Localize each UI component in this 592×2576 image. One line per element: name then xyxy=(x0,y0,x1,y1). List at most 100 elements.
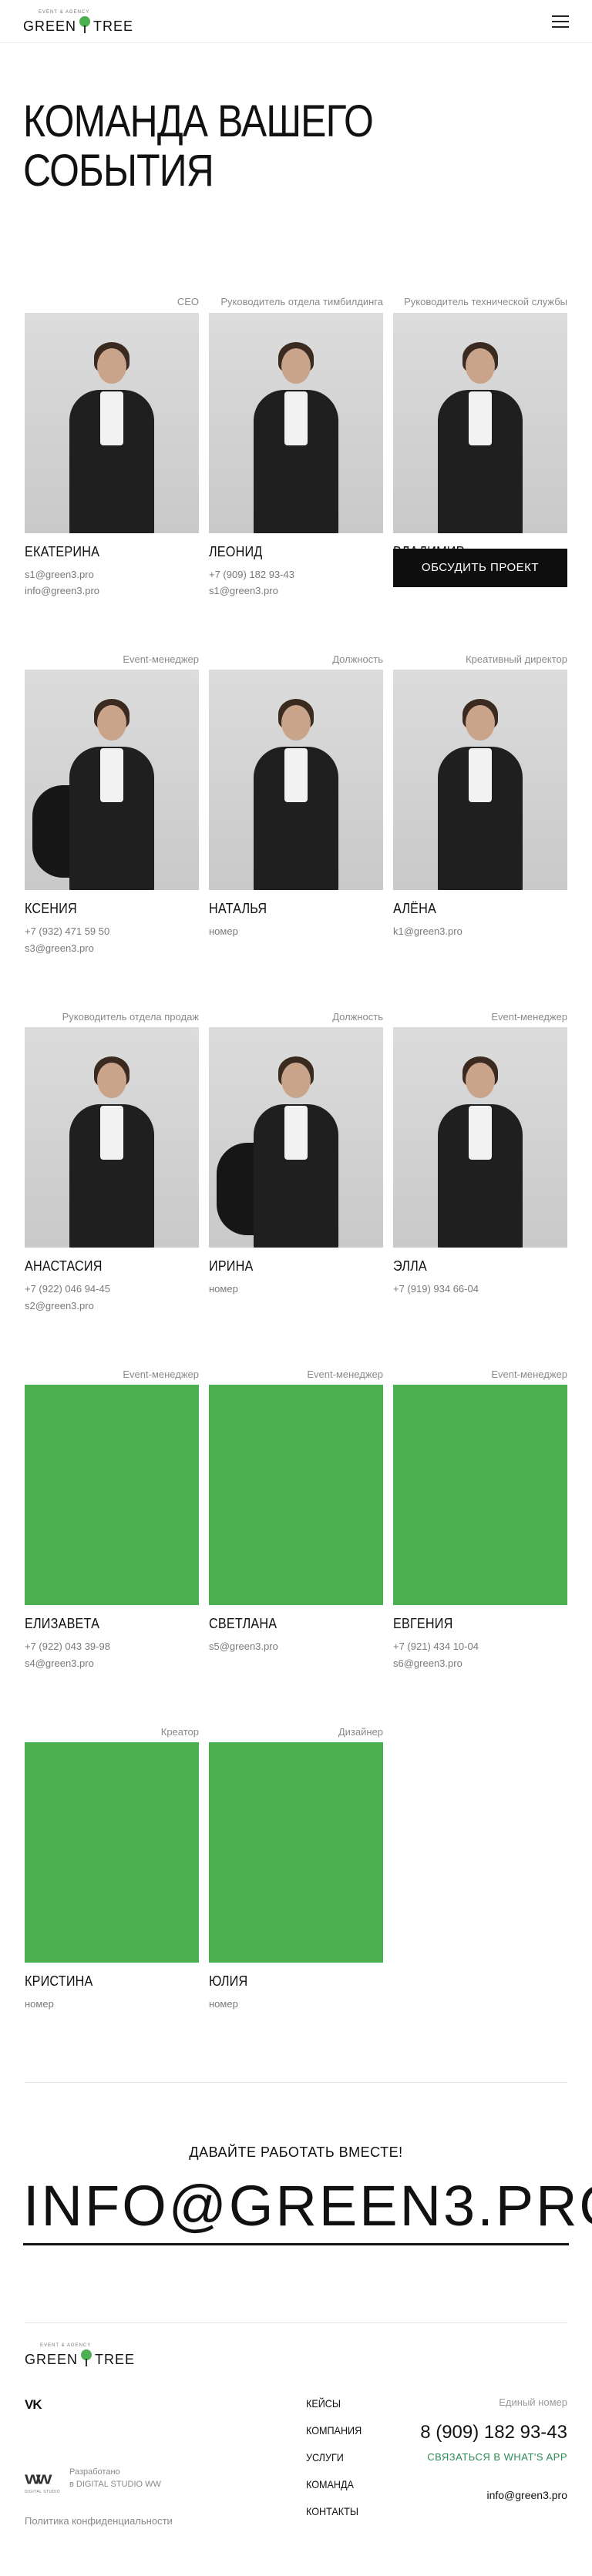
member-contact-line[interactable]: +7 (909) 182 93-43 xyxy=(209,566,383,583)
footer-menu-item[interactable]: КЕЙСЫ xyxy=(306,2397,362,2410)
member-photo-placeholder xyxy=(209,1742,383,1963)
member-contacts: номер xyxy=(209,1996,383,2012)
member-role: CEO xyxy=(177,296,199,307)
member-contacts: +7 (921) 434 10-04 s6@green3.pro xyxy=(393,1638,567,1671)
member-contact-line[interactable]: s1@green3.pro xyxy=(209,583,383,599)
tree-icon xyxy=(80,2349,92,2367)
member-role: Должность xyxy=(332,653,383,665)
member-contacts: номер xyxy=(25,1996,199,2012)
member-contact-line[interactable]: s1@green3.pro xyxy=(25,566,199,583)
member-contact-line[interactable]: номер xyxy=(209,923,383,939)
member-role: Руководитель отдела тимбилдинга xyxy=(220,296,383,307)
site-header: EVENT & AGENCY GREEN TREE xyxy=(0,0,592,43)
member-contacts: k1@green3.pro xyxy=(393,923,567,939)
member-contact-line[interactable]: s3@green3.pro xyxy=(25,940,199,956)
footer-phone[interactable]: 8 (909) 182 93-43 xyxy=(420,2422,567,2443)
member-role: Event-менеджер xyxy=(307,1368,383,1380)
site-footer: EVENT & AGENCY GREEN TREE VK WW DIGITAL … xyxy=(0,2322,592,2547)
developer-line-2: в DIGITAL STUDIO WW xyxy=(69,2479,161,2489)
member-contacts: s1@green3.pro info@green3.pro xyxy=(25,566,199,599)
footer-email[interactable]: info@green3.pro xyxy=(420,2489,567,2501)
member-photo xyxy=(393,670,567,891)
section-divider xyxy=(25,2081,567,2083)
big-email-link[interactable]: INFO@GREEN3.PRO xyxy=(23,2175,592,2246)
member-contact-line[interactable]: номер xyxy=(25,1996,199,2012)
member-contacts: +7 (932) 471 59 50 s3@green3.pro xyxy=(25,923,199,956)
footer-logo[interactable]: EVENT & AGENCY GREEN TREE xyxy=(25,2343,567,2368)
member-role: Event-менеджер xyxy=(123,653,199,665)
footer-menu-item[interactable]: КОНТАКТЫ xyxy=(306,2505,362,2517)
single-number-label: Единый номер xyxy=(499,2396,567,2409)
developer-credit[interactable]: WW DIGITAL STUDIO Разработано в DIGITAL … xyxy=(25,2467,161,2494)
member-photo-placeholder xyxy=(209,1385,383,1606)
member-photo xyxy=(25,1027,199,1248)
team-member-card: Креатор КРИСТИНА номер xyxy=(25,1716,199,2012)
member-role: Руководитель отдела продаж xyxy=(62,1010,199,1023)
logo-word-tree: TREE xyxy=(93,18,134,34)
team-member-card: Руководитель технической службыВЛАДИМИРн… xyxy=(393,287,567,599)
team-member-card: Event-менеджер ЕВГЕНИЯ +7 (921) 434 10-04 s… xyxy=(393,1359,567,1671)
member-contact-line[interactable]: info@green3.pro xyxy=(25,583,199,599)
vk-icon[interactable]: VK xyxy=(25,2397,42,2413)
footer-menu-item[interactable]: УСЛУГИ xyxy=(306,2451,362,2463)
team-member-card: Event-менеджер СВЕТЛАНА s5@green3.pro xyxy=(209,1359,383,1671)
member-contact-line[interactable]: +7 (919) 934 66-04 xyxy=(393,1281,567,1297)
tree-icon xyxy=(79,15,91,33)
logo[interactable]: EVENT & AGENCY GREEN TREE xyxy=(23,10,133,33)
member-contact-line[interactable]: s6@green3.pro xyxy=(393,1655,567,1671)
developer-line-1: Разработано xyxy=(69,2467,120,2477)
member-contact-line[interactable]: s5@green3.pro xyxy=(209,1638,383,1654)
member-photo xyxy=(25,312,199,533)
member-photo xyxy=(209,312,383,533)
member-contact-line[interactable]: +7 (922) 043 39-98 xyxy=(25,1638,199,1654)
member-role: Дизайнер xyxy=(338,1725,383,1738)
member-contacts: номер xyxy=(209,1281,383,1297)
team-member-card: Event-менеджер ЭЛЛА +7 (919) 934 66-04 xyxy=(393,1001,567,1314)
member-name: ЕКАТЕРИНА xyxy=(25,543,100,559)
member-photo xyxy=(209,670,383,891)
member-contacts: +7 (922) 043 39-98 s4@green3.pro xyxy=(25,1638,199,1671)
logo-word-green: GREEN xyxy=(23,18,77,34)
member-contacts: +7 (909) 182 93-43 s1@green3.pro xyxy=(209,566,383,599)
footer-logo-word-tree: TREE xyxy=(95,2352,136,2368)
team-member-card: Event-менеджер ЕЛИЗАВЕТА +7 (922) 043 39-9… xyxy=(25,1359,199,1671)
member-contact-line[interactable]: k1@green3.pro xyxy=(393,923,567,939)
member-contact-line[interactable]: +7 (932) 471 59 50 xyxy=(25,923,199,939)
member-contact-line[interactable]: s2@green3.pro xyxy=(25,1298,199,1314)
member-contact-line[interactable]: номер xyxy=(209,1996,383,2012)
member-contact-line[interactable]: +7 (921) 434 10-04 xyxy=(393,1638,567,1654)
team-member-card: CEO ЕКАТЕРИНА s1@green3.pro info@green3.pro xyxy=(25,287,199,599)
whatsapp-link[interactable]: СВЯЗАТЬСЯ В WHAT'S APP xyxy=(420,2451,567,2463)
member-contact-line[interactable]: s4@green3.pro xyxy=(25,1655,199,1671)
ww-logo-icon: WW DIGITAL STUDIO xyxy=(25,2471,61,2494)
member-contact-line[interactable]: номер xyxy=(209,1281,383,1297)
discuss-project-button[interactable]: ОБСУДИТЬ ПРОЕКТ xyxy=(393,548,567,587)
team-member-card: Event-менеджер КСЕНИЯ +7 (932) 471 59 50 s3… xyxy=(25,643,199,956)
member-role: Креатор xyxy=(160,1725,199,1738)
member-role: Креативный директор xyxy=(466,653,567,665)
member-role: Event-менеджер xyxy=(491,1010,567,1023)
member-name: АНАСТАСИЯ xyxy=(25,1258,103,1275)
member-photo-placeholder xyxy=(393,1385,567,1606)
team-member-card: Должность ИРИНА номер xyxy=(209,1001,383,1314)
member-name: КРИСТИНА xyxy=(25,1973,93,1990)
member-name: ЭЛЛА xyxy=(393,1258,427,1275)
team-member-card: Должность НАТАЛЬЯ номер xyxy=(209,643,383,956)
footer-menu-item[interactable]: КОМАНДА xyxy=(306,2478,362,2490)
member-role: Руководитель технической службы xyxy=(404,296,567,307)
footer-menu-item[interactable]: КОМПАНИЯ xyxy=(306,2424,362,2437)
member-photo xyxy=(209,1027,383,1248)
member-contact-line[interactable]: +7 (922) 046 94-45 xyxy=(25,1281,199,1297)
member-photo xyxy=(393,1027,567,1248)
page-title: КОМАНДА ВАШЕГО СОБЫТИЯ xyxy=(23,96,374,196)
privacy-policy-link[interactable]: Политика конфиденциальности xyxy=(25,2515,173,2527)
contact-cta-section: ДАВАЙТЕ РАБОТАТЬ ВМЕСТЕ! INFO@GREEN3.PRO xyxy=(0,2144,592,2246)
member-photo xyxy=(393,312,567,533)
member-name: ЛЕОНИД xyxy=(209,543,263,559)
member-name: ЮЛИЯ xyxy=(209,1973,248,1990)
member-name: АЛЁНА xyxy=(393,901,437,917)
member-role: Event-менеджер xyxy=(123,1368,199,1380)
team-grid: CEO ЕКАТЕРИНА s1@green3.pro info@green3.pro… xyxy=(25,287,567,2013)
team-member-card: Руководитель отдела тимбилдинга ЛЕОНИД +7 … xyxy=(209,287,383,599)
hamburger-menu-icon[interactable] xyxy=(552,15,569,28)
